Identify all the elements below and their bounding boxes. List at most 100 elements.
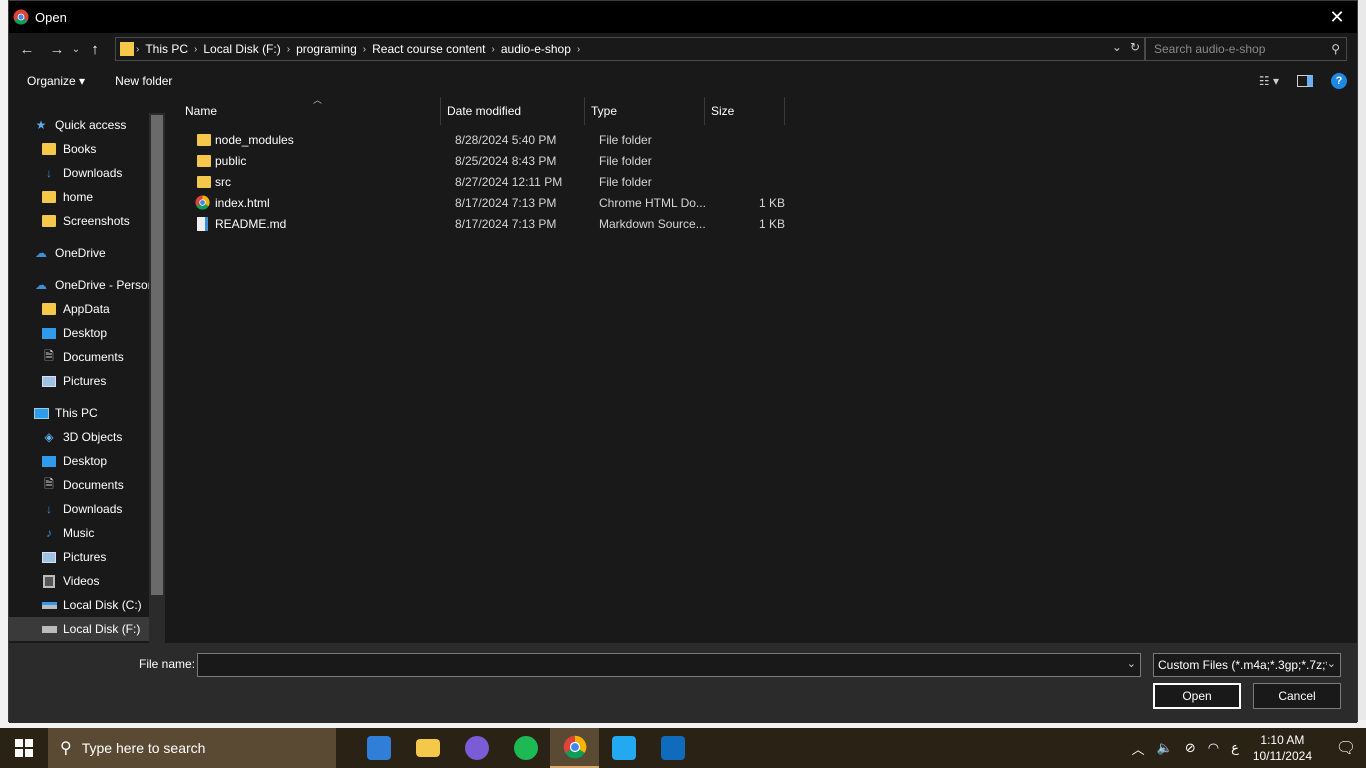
- address-bar[interactable]: › This PC › Local Disk (F:) › programing…: [115, 37, 1145, 61]
- close-button[interactable]: ✕: [1317, 1, 1357, 33]
- sidebar-item-label: This PC: [55, 406, 98, 420]
- search-input[interactable]: [1154, 42, 1324, 56]
- breadcrumb-this-pc[interactable]: This PC: [141, 42, 192, 56]
- sidebar-item-local-disk-c[interactable]: Local Disk (C:): [41, 593, 142, 617]
- breadcrumb-react-course-content[interactable]: React course content: [368, 42, 489, 56]
- volume-icon[interactable]: 🔈: [1157, 740, 1173, 756]
- file-type-filter[interactable]: Custom Files (*.m4a;*.3gp;*.7z;* ⌄: [1153, 653, 1341, 677]
- background-window-edge: [0, 0, 8, 728]
- sidebar-item-appdata[interactable]: AppData: [41, 297, 110, 321]
- recent-locations-chevron-icon[interactable]: ⌄: [69, 37, 83, 61]
- taskbar-search[interactable]: ⚲ Type here to search: [48, 728, 336, 768]
- sidebar-item-onedrive-personal[interactable]: ☁ OneDrive - Person: [33, 273, 154, 297]
- help-icon[interactable]: ?: [1331, 73, 1347, 89]
- file-type: File folder: [599, 153, 652, 168]
- pictures-icon: [41, 373, 57, 389]
- file-name-input[interactable]: [198, 654, 1118, 676]
- sidebar-item-documents[interactable]: 🗎 Documents: [41, 345, 124, 369]
- sidebar-item-label: Books: [63, 142, 97, 156]
- sidebar-item-label: Screenshots: [63, 214, 130, 228]
- windows-start-icon[interactable]: [0, 728, 48, 768]
- sidebar-item-screenshots[interactable]: Screenshots: [41, 209, 130, 233]
- chevron-up-icon[interactable]: ︿: [1132, 739, 1145, 758]
- up-arrow-icon[interactable]: ↑: [83, 37, 107, 61]
- back-arrow-icon[interactable]: ←: [15, 37, 39, 61]
- open-file-dialog: Open ✕ ← → ⌄ ↑ › This PC › Local Disk (F…: [8, 0, 1358, 723]
- file-type: File folder: [599, 174, 652, 189]
- outlook-icon[interactable]: [648, 728, 697, 768]
- sidebar-item-onedrive[interactable]: ☁ OneDrive: [33, 241, 106, 265]
- file-name: node_modules: [215, 132, 294, 147]
- file-name-field[interactable]: ⌄: [197, 653, 1141, 677]
- forward-arrow-icon[interactable]: →: [45, 37, 69, 61]
- search-box[interactable]: ⚲: [1145, 37, 1347, 61]
- dialog-title: Open: [35, 9, 67, 25]
- firefox-icon[interactable]: [452, 728, 501, 768]
- cancel-button[interactable]: Cancel: [1253, 683, 1341, 709]
- new-folder-button[interactable]: New folder: [107, 74, 180, 88]
- spotify-icon[interactable]: [501, 728, 550, 768]
- sidebar-item-videos[interactable]: Videos: [41, 569, 99, 593]
- column-header-size[interactable]: Size: [705, 97, 785, 125]
- vscode-icon[interactable]: [599, 728, 648, 768]
- clock[interactable]: 1:10 AM 10/11/2024: [1253, 732, 1312, 764]
- sidebar-item-documents-pc[interactable]: 🗎 Documents: [41, 473, 124, 497]
- sidebar-item-label: Videos: [63, 574, 100, 588]
- sidebar-item-books[interactable]: Books: [41, 137, 96, 161]
- address-dropdown-icon[interactable]: ⌄: [1112, 40, 1122, 54]
- chevron-down-icon[interactable]: ⌄: [1326, 657, 1336, 670]
- search-icon: ⚲: [60, 740, 72, 757]
- sidebar-item-this-pc[interactable]: This PC: [33, 401, 98, 425]
- column-header-date[interactable]: Date modified: [441, 97, 585, 125]
- sidebar-item-downloads-pc[interactable]: ↓ Downloads: [41, 497, 122, 521]
- file-row-src[interactable]: src 8/27/2024 12:11 PM File folder: [185, 171, 785, 192]
- chrome-icon[interactable]: [550, 728, 599, 768]
- sidebar-item-quick-access[interactable]: ★ Quick access: [33, 113, 127, 137]
- drive-icon: [41, 597, 57, 613]
- chevron-right-icon: ›: [576, 43, 581, 55]
- sidebar-item-local-disk-f[interactable]: Local Disk (F:): [9, 617, 149, 641]
- sidebar-item-desktop[interactable]: Desktop: [41, 321, 107, 345]
- sidebar-item-desktop-pc[interactable]: Desktop: [41, 449, 107, 473]
- cloud-icon: ☁: [35, 246, 47, 260]
- sidebar-item-3d-objects[interactable]: ◈ 3D Objects: [41, 425, 122, 449]
- preview-pane-icon[interactable]: [1297, 75, 1313, 87]
- sort-ascending-icon: ︿: [313, 95, 323, 105]
- command-toolbar: Organize ▾ New folder ☷ ▾ ?: [9, 65, 1357, 97]
- sidebar-item-music[interactable]: ♪ Music: [41, 521, 94, 545]
- file-type: Chrome HTML Do...: [599, 195, 706, 210]
- open-button[interactable]: Open: [1153, 683, 1241, 709]
- language-indicator[interactable]: ع: [1231, 740, 1239, 756]
- clock-time: 1:10 AM: [1260, 733, 1305, 747]
- file-explorer-icon[interactable]: [403, 728, 452, 768]
- breadcrumb-local-disk-f[interactable]: Local Disk (F:): [199, 42, 284, 56]
- notification-icon[interactable]: 🗨: [1326, 738, 1366, 758]
- download-icon: ↓: [46, 502, 52, 516]
- microsoft-store-icon[interactable]: [354, 728, 403, 768]
- file-row-readme-md[interactable]: README.md 8/17/2024 7:13 PM Markdown Sou…: [185, 213, 785, 234]
- chevron-right-icon: ›: [136, 43, 140, 55]
- cloud-icon: ☁: [35, 278, 47, 292]
- change-view-icon[interactable]: ☷ ▾: [1259, 74, 1279, 88]
- file-name: public: [215, 153, 247, 168]
- organize-button[interactable]: Organize ▾: [19, 74, 93, 88]
- sidebar-item-pictures[interactable]: Pictures: [41, 369, 106, 393]
- chevron-down-icon[interactable]: ⌄: [1127, 657, 1136, 670]
- system-tray: ︿ 🔈 ⊘ ◠ ع 1:10 AM 10/11/2024 🗨: [1126, 728, 1366, 768]
- breadcrumb-audio-e-shop[interactable]: audio-e-shop: [497, 42, 575, 56]
- folder-icon: [41, 213, 57, 229]
- network-disconnected-icon[interactable]: ⊘: [1185, 740, 1196, 756]
- refresh-icon[interactable]: ↻: [1130, 40, 1140, 54]
- sidebar-item-pictures-pc[interactable]: Pictures: [41, 545, 106, 569]
- breadcrumb-programing[interactable]: programing: [292, 42, 361, 56]
- sidebar-item-downloads[interactable]: ↓ Downloads: [41, 161, 122, 185]
- file-row-public[interactable]: public 8/25/2024 8:43 PM File folder: [185, 150, 785, 171]
- sidebar-scrollbar-thumb[interactable]: [151, 115, 163, 595]
- sidebar-scrollbar[interactable]: [149, 113, 165, 643]
- file-row-node-modules[interactable]: node_modules 8/28/2024 5:40 PM File fold…: [185, 129, 785, 150]
- wifi-icon[interactable]: ◠: [1208, 740, 1219, 756]
- sidebar-item-home[interactable]: home: [41, 185, 93, 209]
- column-header-name[interactable]: Name ︿: [179, 95, 441, 125]
- column-header-type[interactable]: Type: [585, 97, 705, 125]
- file-row-index-html[interactable]: index.html 8/17/2024 7:13 PM Chrome HTML…: [185, 192, 785, 213]
